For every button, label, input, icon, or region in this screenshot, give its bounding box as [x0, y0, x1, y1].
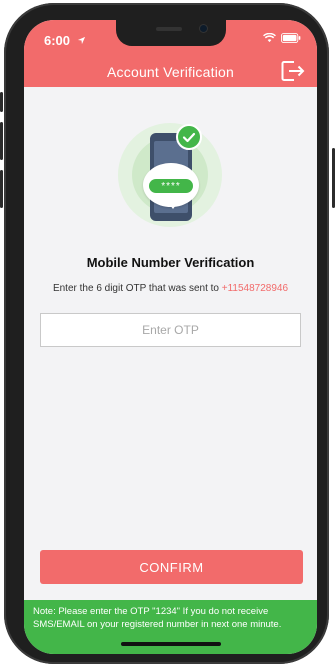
speech-bubble-tail	[167, 201, 179, 209]
verification-heading: Mobile Number Verification	[86, 255, 255, 270]
volume-down-button	[0, 170, 3, 208]
speaker	[156, 27, 182, 31]
main-content: **** Mobile Number Verification Enter th…	[24, 87, 317, 587]
instruction-text: Enter the 6 digit OTP that was sent to	[52, 283, 219, 294]
home-indicator[interactable]	[121, 642, 221, 646]
check-icon	[176, 124, 202, 150]
otp-input[interactable]	[40, 313, 301, 347]
volume-up-button	[0, 122, 3, 160]
confirm-button[interactable]: CONFIRM	[40, 550, 303, 584]
battery-icon	[281, 33, 301, 43]
location-arrow-icon	[77, 36, 85, 45]
page-title: Account Verification	[107, 64, 234, 80]
notch	[116, 20, 226, 46]
mute-switch	[0, 92, 3, 112]
wifi-icon	[263, 33, 276, 43]
screen: 6:00 Account Verification **** Mobile Nu…	[24, 20, 317, 654]
status-icons	[263, 33, 301, 43]
note-text: Note: Please enter the OTP "1234" If you…	[33, 606, 282, 630]
phone-number: +11548728946	[221, 283, 289, 294]
front-camera	[200, 25, 207, 32]
status-time: 6:00	[44, 33, 86, 48]
status-time-text: 6:00	[44, 33, 71, 48]
phone-frame: 6:00 Account Verification **** Mobile Nu…	[4, 3, 329, 664]
check-mark-icon	[182, 132, 196, 143]
logout-icon[interactable]	[281, 60, 305, 82]
verification-instruction: Enter the 6 digit OTP that was sent to +…	[24, 283, 317, 294]
otp-badge: ****	[149, 179, 193, 193]
